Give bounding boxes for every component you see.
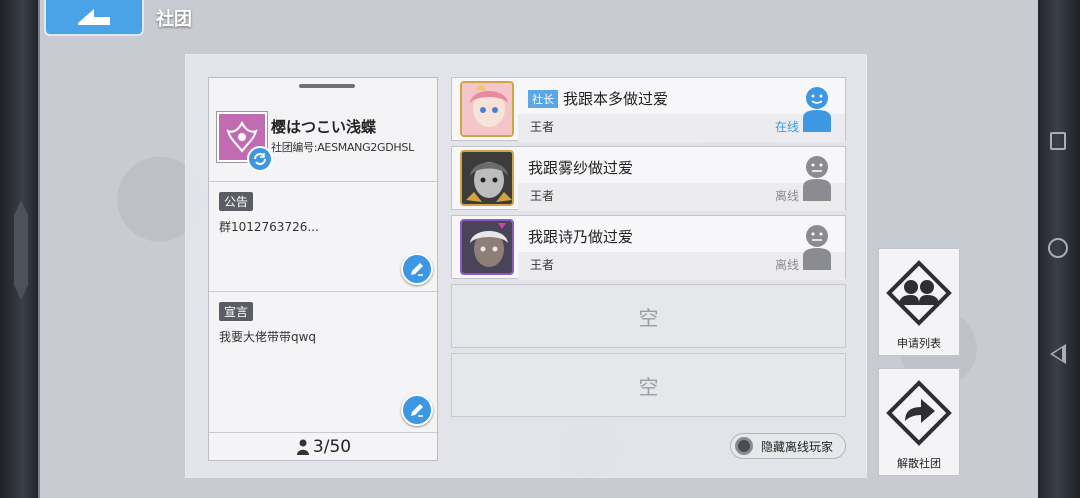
member-avatar bbox=[460, 150, 514, 206]
toggle-indicator bbox=[734, 437, 753, 455]
hide-offline-toggle[interactable]: 隐藏离线玩家 bbox=[729, 433, 846, 459]
declaration-text: 我要大佬带带qwq bbox=[219, 330, 317, 344]
dissolve-club-button[interactable]: 解散社团 bbox=[878, 368, 960, 476]
club-info-card: 樱はつこい浅蝶 社团编号:AESMANG2GDHSL 公告 群101276372… bbox=[208, 77, 439, 461]
page-title: 社团 bbox=[156, 9, 192, 30]
club-panel: 樱はつこい浅蝶 社团编号:AESMANG2GDHSL 公告 群101276372… bbox=[185, 54, 867, 478]
empty-slot: 空 bbox=[451, 353, 846, 417]
exit-arrow-icon bbox=[886, 380, 952, 446]
club-id: 社团编号:AESMANG2GDHSL bbox=[271, 141, 414, 154]
person-icon bbox=[803, 156, 831, 201]
frame-notch bbox=[14, 200, 28, 300]
member-status: 离线 bbox=[774, 189, 799, 203]
pencil-icon bbox=[411, 263, 423, 276]
member-list: 社长 我跟本多做过爱 王者 在线 我跟雾纱做过爱 王者 离线 我跟诗乃做过爱 王… bbox=[451, 77, 846, 422]
system-nav-bar bbox=[1038, 0, 1080, 498]
member-name-text: 我跟本多做过爱 bbox=[563, 90, 669, 108]
group-icon bbox=[886, 260, 952, 326]
apply-list-button[interactable]: 申请列表 bbox=[878, 248, 960, 356]
system-back-button[interactable] bbox=[1050, 344, 1066, 364]
member-row[interactable]: 社长 我跟本多做过爱 王者 在线 bbox=[451, 77, 846, 142]
refresh-icon[interactable] bbox=[247, 146, 273, 172]
back-button[interactable] bbox=[44, 0, 144, 36]
person-icon bbox=[803, 225, 831, 270]
dissolve-club-label: 解散社团 bbox=[897, 457, 941, 470]
club-name: 樱はつこい浅蝶 bbox=[271, 118, 377, 136]
member-name: 我跟诗乃做过爱 bbox=[528, 226, 633, 247]
declaration-tag: 宣言 bbox=[219, 302, 254, 321]
member-rank: 王者 bbox=[530, 258, 555, 272]
member-name-text: 我跟雾纱做过爱 bbox=[528, 159, 634, 177]
notice-text: 群1012763726... bbox=[219, 220, 319, 234]
apply-list-label: 申请列表 bbox=[897, 337, 941, 350]
edit-declaration-button[interactable] bbox=[401, 394, 433, 426]
club-screen: 社团 樱はつこい浅蝶 社团编号:AESMANG2GDHSL 公告 群101276… bbox=[38, 0, 1038, 498]
back-arrow-icon bbox=[78, 9, 110, 25]
member-count-value: 3/50 bbox=[312, 436, 352, 457]
drag-handle bbox=[299, 84, 355, 88]
recent-apps-button[interactable] bbox=[1050, 132, 1066, 150]
role-badge: 社长 bbox=[528, 89, 558, 108]
person-icon bbox=[296, 439, 309, 455]
member-avatar bbox=[460, 219, 514, 275]
edit-notice-button[interactable] bbox=[401, 253, 433, 285]
pencil-icon bbox=[411, 404, 423, 417]
notice-section: 公告 群1012763726... bbox=[209, 184, 439, 292]
member-count: 3/50 bbox=[209, 432, 439, 460]
notice-tag: 公告 bbox=[219, 192, 254, 211]
member-name-text: 我跟诗乃做过爱 bbox=[528, 228, 634, 246]
member-row[interactable]: 我跟诗乃做过爱 王者 离线 bbox=[451, 215, 846, 280]
member-avatar bbox=[460, 81, 514, 137]
hide-offline-label: 隐藏离线玩家 bbox=[760, 439, 833, 454]
member-name: 我跟雾纱做过爱 bbox=[528, 157, 633, 178]
member-row[interactable]: 我跟雾纱做过爱 王者 离线 bbox=[451, 146, 846, 211]
empty-slot: 空 bbox=[451, 284, 846, 348]
device-frame-left bbox=[0, 0, 38, 498]
member-rank: 王者 bbox=[530, 120, 555, 134]
home-button[interactable] bbox=[1048, 238, 1068, 258]
top-bar: 社团 bbox=[40, 0, 192, 36]
person-icon bbox=[803, 87, 831, 132]
member-name: 社长 我跟本多做过爱 bbox=[528, 88, 668, 109]
member-status: 离线 bbox=[774, 258, 799, 272]
declaration-section: 宣言 我要大佬带带qwq bbox=[209, 294, 439, 432]
member-status: 在线 bbox=[774, 120, 799, 134]
member-rank: 王者 bbox=[530, 189, 555, 203]
club-header: 樱はつこい浅蝶 社团编号:AESMANG2GDHSL bbox=[209, 94, 439, 182]
